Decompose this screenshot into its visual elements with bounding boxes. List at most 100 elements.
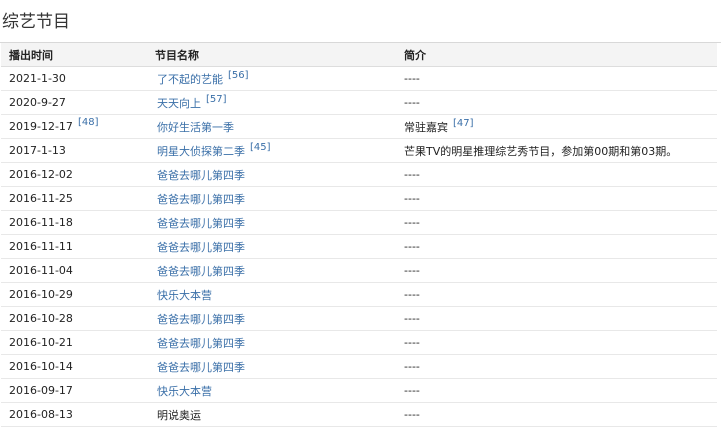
program-link[interactable]: 爸爸去哪儿第四季: [157, 169, 245, 182]
table-row: 2019-12-17 [48] 你好生活第一季 常驻嘉宾 [47]: [1, 114, 717, 139]
description-text: ----: [404, 192, 420, 205]
air-date-text: 2016-11-25: [9, 192, 73, 205]
description-cell: ----: [396, 258, 717, 283]
table-row: 2017-1-13 明星大侦探第二季 [45] 芒果TV的明星推理综艺秀节目，参加第0…: [1, 138, 717, 163]
program-name-cell: 爸爸去哪儿第四季: [147, 210, 396, 235]
program-name-cell: 爸爸去哪儿第四季: [147, 330, 396, 355]
description-text: ----: [404, 288, 420, 301]
citation-link[interactable]: [56]: [228, 70, 249, 81]
air-date-cell: 2020-9-27: [1, 90, 147, 115]
program-link[interactable]: 爸爸去哪儿第四季: [157, 217, 245, 230]
description-cell: ----: [396, 354, 717, 379]
variety-shows-table: 播出时间 节目名称 简介 2021-1-30 了不起的艺能 [56] ---- 2020…: [1, 43, 717, 427]
program-name-cell: 快乐大本营: [147, 282, 396, 307]
table-body: 2021-1-30 了不起的艺能 [56] ---- 2020-9-27 天天向上 [57]…: [1, 66, 717, 427]
table-row: 2016-11-25 爸爸去哪儿第四季 ----: [1, 186, 717, 211]
air-date-cell: 2016-10-28: [1, 306, 147, 331]
table-row: 2016-11-11 爸爸去哪儿第四季 ----: [1, 234, 717, 259]
description-cell: ----: [396, 282, 717, 307]
section-title: 综艺节目: [2, 12, 70, 32]
air-date-text: 2017-1-13: [9, 144, 66, 157]
air-date-cell: 2016-11-04: [1, 258, 147, 283]
column-header-air-date: 播出时间: [1, 43, 147, 67]
table-row: 2016-10-29 快乐大本营 ----: [1, 282, 717, 307]
program-link[interactable]: 爸爸去哪儿第四季: [157, 337, 245, 350]
table-row: 2016-10-14 爸爸去哪儿第四季 ----: [1, 354, 717, 379]
air-date-cell: 2016-11-18: [1, 210, 147, 235]
description-text: ----: [404, 96, 420, 109]
description-text: ----: [404, 336, 420, 349]
program-link[interactable]: 爸爸去哪儿第四季: [157, 313, 245, 326]
citation-link[interactable]: [47]: [453, 118, 474, 129]
air-date-cell: 2016-10-14: [1, 354, 147, 379]
air-date-cell: 2016-11-25: [1, 186, 147, 211]
program-link[interactable]: 明星大侦探第二季: [157, 145, 245, 158]
air-date-cell: 2017-1-13: [1, 138, 147, 163]
air-date-text: 2016-12-02: [9, 168, 73, 181]
program-name-cell: 爸爸去哪儿第四季: [147, 162, 396, 187]
description-cell: ----: [396, 90, 717, 115]
air-date-cell: 2021-1-30: [1, 66, 147, 91]
description-text: ----: [404, 240, 420, 253]
air-date-cell: 2016-10-21: [1, 330, 147, 355]
program-name-cell: 你好生活第一季: [147, 114, 396, 139]
description-cell: ----: [396, 162, 717, 187]
program-name-cell: 爸爸去哪儿第四季: [147, 258, 396, 283]
program-name-cell: 了不起的艺能 [56]: [147, 66, 396, 91]
description-cell: ----: [396, 186, 717, 211]
air-date-cell: 2019-12-17 [48]: [1, 114, 147, 139]
description-cell: ----: [396, 330, 717, 355]
program-link[interactable]: 你好生活第一季: [157, 121, 234, 134]
air-date-cell: 2016-08-13: [1, 402, 147, 427]
table-row: 2016-10-21 爸爸去哪儿第四季 ----: [1, 330, 717, 355]
table-header-row: 播出时间 节目名称 简介: [1, 43, 717, 67]
table-row: 2016-08-13 明说奥运 ----: [1, 402, 717, 427]
table-row: 2020-9-27 天天向上 [57] ----: [1, 90, 717, 115]
air-date-cell: 2016-09-17: [1, 378, 147, 403]
air-date-text: 2016-08-13: [9, 408, 73, 421]
program-name-cell: 爸爸去哪儿第四季: [147, 234, 396, 259]
description-text: ----: [404, 168, 420, 181]
program-name-cell: 爸爸去哪儿第四季: [147, 306, 396, 331]
program-name-cell: 爸爸去哪儿第四季: [147, 354, 396, 379]
column-header-description: 简介: [396, 43, 717, 67]
description-cell: ----: [396, 234, 717, 259]
description-text: ----: [404, 264, 420, 277]
table-row: 2016-09-17 快乐大本营 ----: [1, 378, 717, 403]
air-date-text: 2020-9-27: [9, 96, 66, 109]
description-text: ----: [404, 72, 420, 85]
program-link[interactable]: 了不起的艺能: [157, 73, 223, 86]
description-text: 常驻嘉宾: [404, 120, 448, 134]
program-link[interactable]: 爸爸去哪儿第四季: [157, 241, 245, 254]
air-date-text: 2016-11-18: [9, 216, 73, 229]
program-name-cell: 天天向上 [57]: [147, 90, 396, 115]
program-link[interactable]: 爸爸去哪儿第四季: [157, 193, 245, 206]
citation-link[interactable]: [48]: [78, 117, 99, 128]
program-link[interactable]: 爸爸去哪儿第四季: [157, 361, 245, 374]
citation-link[interactable]: [57]: [206, 94, 227, 105]
air-date-text: 2016-10-21: [9, 336, 73, 349]
program-name-text: 明说奥运: [157, 408, 201, 422]
air-date-cell: 2016-10-29: [1, 282, 147, 307]
description-text: ----: [404, 384, 420, 397]
air-date-text: 2016-11-11: [9, 240, 73, 253]
program-name-cell: 明星大侦探第二季 [45]: [147, 138, 396, 163]
program-link[interactable]: 快乐大本营: [157, 385, 212, 398]
air-date-text: 2016-09-17: [9, 384, 73, 397]
air-date-text: 2016-11-04: [9, 264, 73, 277]
citation-link[interactable]: [45]: [250, 142, 271, 153]
description-cell: ----: [396, 66, 717, 91]
program-link[interactable]: 爸爸去哪儿第四季: [157, 265, 245, 278]
description-text: ----: [404, 360, 420, 373]
air-date-cell: 2016-12-02: [1, 162, 147, 187]
table-row: 2016-11-04 爸爸去哪儿第四季 ----: [1, 258, 717, 283]
air-date-text: 2016-10-29: [9, 288, 73, 301]
program-link[interactable]: 快乐大本营: [157, 289, 212, 302]
program-name-cell: 爸爸去哪儿第四季: [147, 186, 396, 211]
description-text: ----: [404, 216, 420, 229]
program-name-cell: 明说奥运: [147, 402, 396, 427]
air-date-text: 2019-12-17: [9, 120, 73, 133]
table-row: 2021-1-30 了不起的艺能 [56] ----: [1, 66, 717, 91]
program-link[interactable]: 天天向上: [157, 97, 201, 110]
description-cell: 芒果TV的明星推理综艺秀节目，参加第00期和第03期。: [396, 138, 717, 163]
